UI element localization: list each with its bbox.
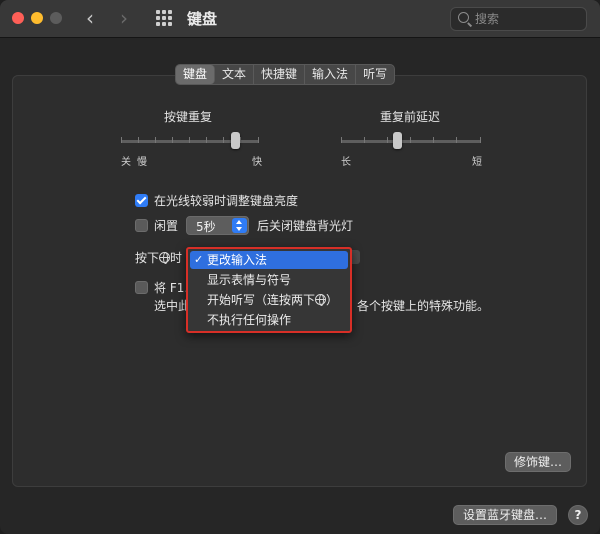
repeat-delay-short-label: 短: [472, 157, 482, 168]
key-repeat-title: 按键重复: [164, 110, 213, 124]
close-button[interactable]: [12, 12, 24, 24]
menu-item-suffix: ）: [326, 293, 339, 307]
tick: [172, 137, 173, 143]
back-arrow-icon[interactable]: ‹: [86, 6, 94, 30]
tab-dictation[interactable]: 听写: [356, 65, 394, 84]
repeat-delay-track[interactable]: [341, 140, 481, 143]
tick: [223, 137, 224, 143]
tick: [364, 137, 365, 143]
idle-time-select[interactable]: 5秒: [186, 216, 249, 235]
tab-text[interactable]: 文本: [215, 65, 255, 84]
tick: [341, 137, 342, 143]
adjust-brightness-checkbox[interactable]: [135, 194, 148, 207]
minimize-button[interactable]: [31, 12, 43, 24]
repeat-delay-title: 重复前延迟: [380, 110, 441, 124]
up-down-chevron-icon: [232, 218, 247, 233]
checkmark-icon: ✓: [194, 253, 204, 266]
tick: [155, 137, 156, 143]
globe-key-label: 按下时: [135, 249, 182, 266]
globe-key-action-menu[interactable]: ✓ 更改输入法 显示表情与符号 开始听写（连按两下 ） 不执行任何操作: [186, 247, 352, 333]
title-bar: ‹ › 键盘: [0, 0, 600, 38]
repeat-delay-knob[interactable]: [393, 132, 402, 149]
idle-backlight-checkbox[interactable]: [135, 219, 148, 232]
tick: [206, 137, 207, 143]
globe-prefix: 按下: [135, 251, 160, 265]
adjust-brightness-label: 在光线较弱时调整键盘亮度: [154, 194, 299, 208]
idle-suffix-label: 后关闭键盘背光灯: [257, 219, 354, 233]
window-title: 键盘: [187, 10, 218, 28]
key-repeat-slow-label: 慢: [137, 157, 147, 168]
tab-keyboard[interactable]: 键盘: [176, 65, 216, 84]
key-repeat-fast-label: 快: [252, 157, 262, 168]
tick: [387, 137, 388, 143]
menu-item-show-emoji[interactable]: 显示表情与符号: [190, 271, 348, 289]
idle-time-value: 5秒: [196, 220, 216, 234]
menu-item-start-dictation[interactable]: 开始听写（连按两下 ）: [190, 291, 348, 309]
idle-prefix-label: 闲置: [154, 219, 179, 233]
repeat-delay-long-label: 长: [341, 157, 351, 168]
menu-item-label: 更改输入法: [207, 253, 268, 267]
search-icon: [458, 12, 469, 23]
tick: [189, 137, 190, 143]
menu-item-label: 开始听写（连按两下: [207, 293, 316, 307]
key-repeat-knob[interactable]: [231, 132, 240, 149]
show-all-grid-icon[interactable]: [156, 10, 172, 26]
tick: [456, 137, 457, 143]
search-field[interactable]: [450, 7, 587, 31]
globe-suffix: 时: [170, 251, 183, 265]
zoom-button[interactable]: [50, 12, 62, 24]
tab-bar: 键盘 文本 快捷键 输入法 听写: [175, 64, 396, 85]
globe-icon: [159, 252, 171, 264]
tab-shortcuts[interactable]: 快捷键: [254, 65, 306, 84]
fn-keys-description-prefix: 选中此: [154, 299, 191, 313]
menu-item-change-input-source[interactable]: ✓ 更改输入法: [190, 251, 348, 269]
fn-keys-description-suffix: 各个按键上的特殊功能。: [357, 299, 490, 313]
menu-item-label: 不执行任何操作: [207, 313, 292, 327]
tab-input-sources[interactable]: 输入法: [305, 65, 357, 84]
search-input[interactable]: [475, 10, 580, 28]
tick: [121, 137, 122, 143]
tick: [410, 137, 411, 143]
keyboard-preferences-window: ‹ › 键盘 键盘 文本 快捷键 输入法 听写 按键重复 关 慢 快 重复前延迟: [0, 0, 600, 534]
tick: [258, 137, 259, 143]
modifier-keys-button[interactable]: 修饰键…: [505, 452, 571, 472]
menu-item-do-nothing[interactable]: 不执行任何操作: [190, 311, 348, 329]
tick: [480, 137, 481, 143]
setup-bluetooth-keyboard-button[interactable]: 设置蓝牙键盘…: [453, 505, 557, 525]
tick: [138, 137, 139, 143]
help-button[interactable]: ?: [568, 505, 588, 525]
forward-arrow-icon[interactable]: ›: [120, 6, 128, 30]
globe-icon: [315, 294, 327, 306]
fn-keys-checkbox[interactable]: [135, 281, 148, 294]
key-repeat-off-label: 关: [121, 157, 131, 168]
tick: [240, 137, 241, 143]
menu-item-label: 显示表情与符号: [207, 273, 292, 287]
tick: [433, 137, 434, 143]
